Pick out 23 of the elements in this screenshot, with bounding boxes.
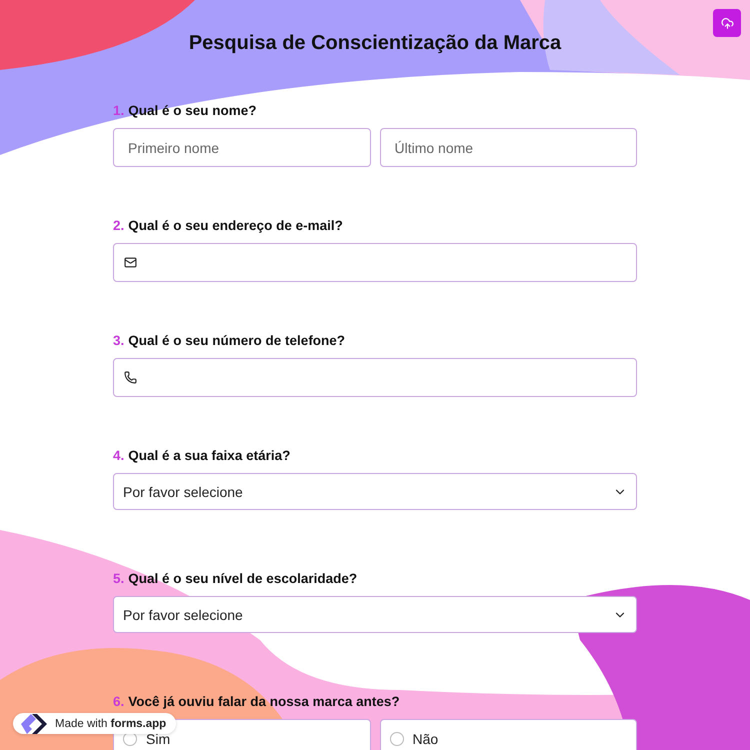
option-label: Sim <box>146 731 170 747</box>
email-input[interactable] <box>113 243 637 282</box>
radio-option[interactable]: Não <box>380 719 637 750</box>
text-input[interactable]: Último nome <box>380 128 637 167</box>
upload-button[interactable] <box>713 9 741 37</box>
form-title: Pesquisa de Conscientização da Marca <box>188 31 562 56</box>
logo-icon <box>19 712 49 736</box>
phone-input[interactable] <box>113 358 637 397</box>
question-label: 6. Você já ouviu falar da nossa marca antes? <box>113 693 401 710</box>
dropdown[interactable]: Por favor selecione <box>113 596 637 633</box>
text-input[interactable]: Primeiro nome <box>113 128 370 167</box>
question-label: 2. Qual é o seu endereço de e-mail? <box>113 217 344 234</box>
cloud-upload-icon <box>720 16 734 30</box>
dropdown[interactable]: Por favor selecione <box>113 473 637 510</box>
question-label: 1. Qual é o seu nome? <box>113 102 258 119</box>
question-label: 5. Qual é o seu nível de escolaridade? <box>113 570 358 587</box>
question-label: 4. Qual é a sua faixa etária? <box>113 447 292 464</box>
radio-button[interactable] <box>390 732 404 746</box>
question-label: 3. Qual é o seu número de telefone? <box>113 332 346 349</box>
phone-icon <box>124 371 137 384</box>
made-with-badge[interactable]: Made with forms.app <box>13 713 176 734</box>
mail-icon <box>124 256 137 269</box>
option-label: Não <box>412 731 438 747</box>
